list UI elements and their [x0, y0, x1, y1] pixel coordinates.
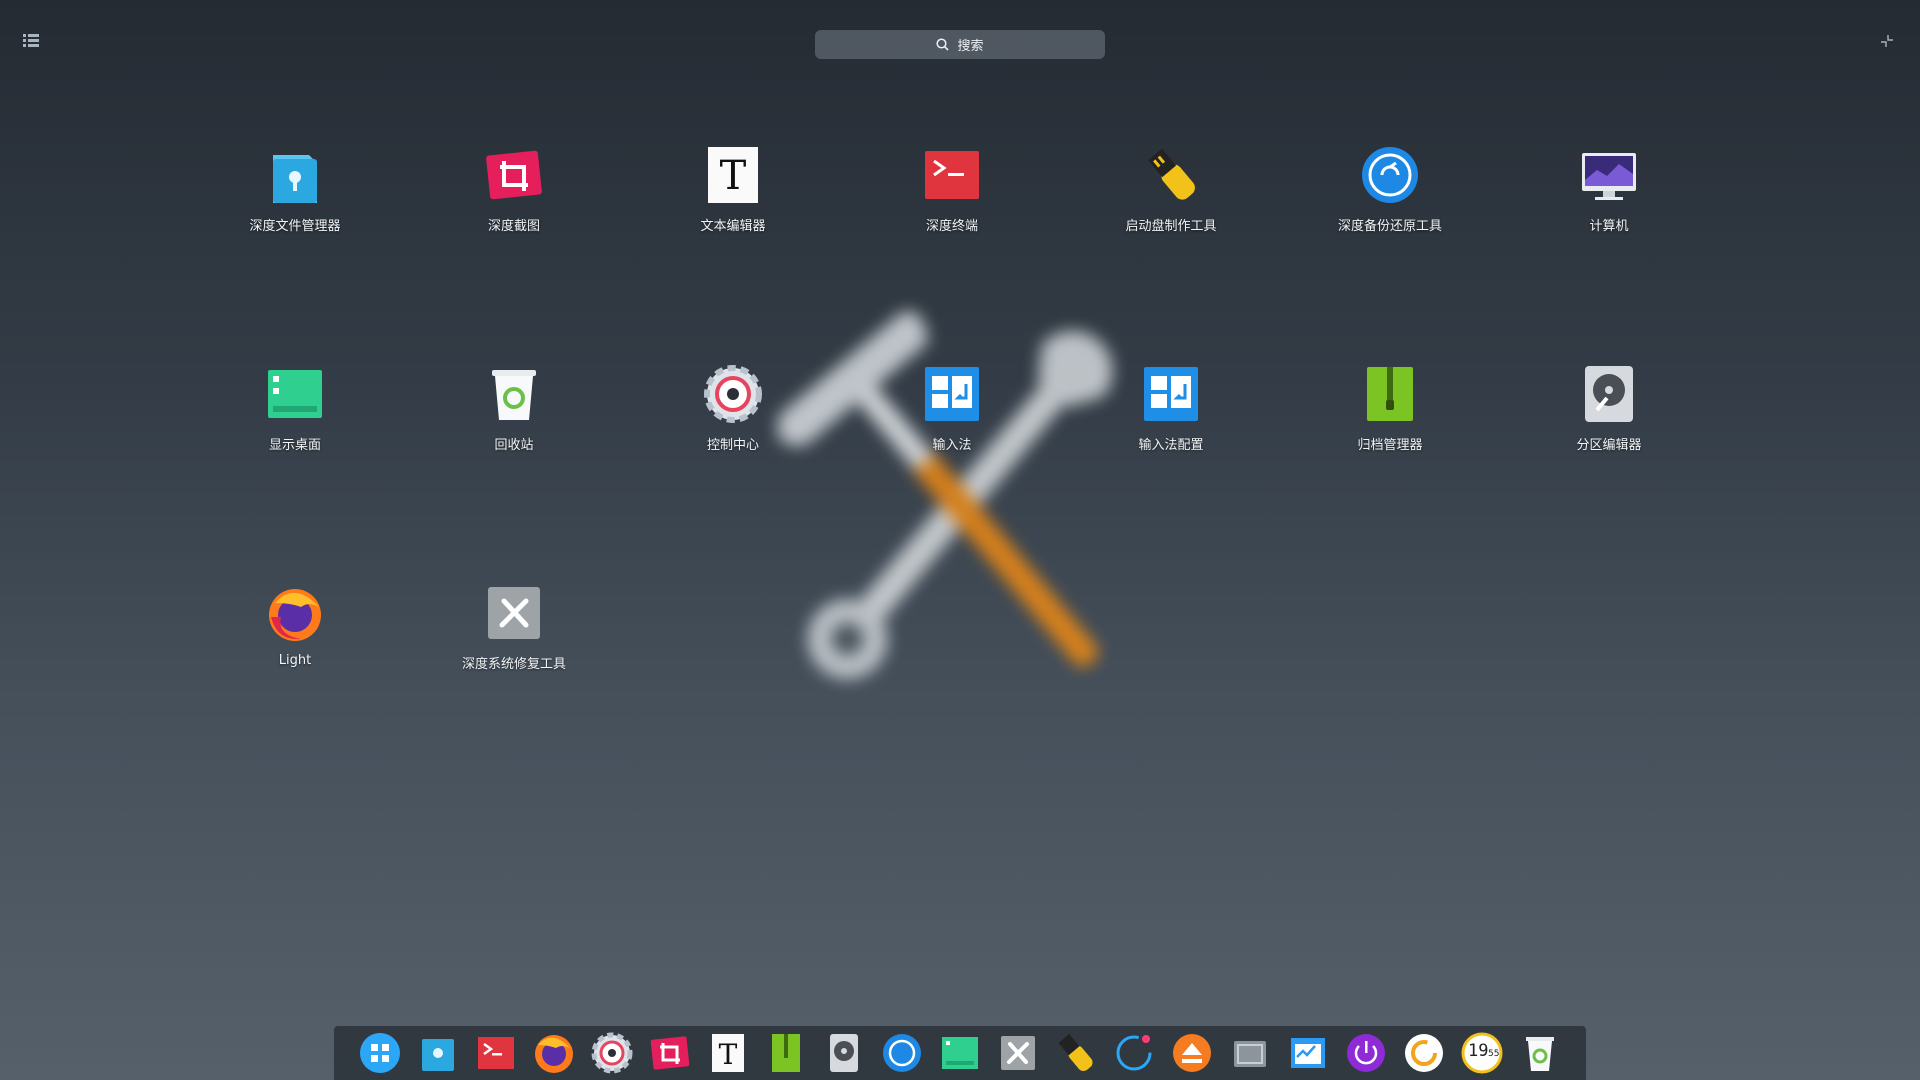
app-input-method-config[interactable]: 输入法配置 — [1071, 364, 1271, 474]
app-file-manager[interactable]: 深度文件管理器 — [195, 145, 395, 255]
screenshot-icon — [484, 145, 544, 205]
svg-text:T: T — [720, 153, 747, 199]
app-show-desktop[interactable]: 显示桌面 — [195, 364, 395, 474]
app-label: 回收站 — [494, 438, 534, 453]
app-label: 显示桌面 — [268, 438, 321, 453]
app-boot-maker[interactable]: 启动盘制作工具 — [1071, 145, 1271, 255]
app-text-editor[interactable]: T 文本编辑器 — [633, 145, 833, 255]
control-center-icon[interactable] — [588, 1029, 636, 1077]
trash-icon — [484, 364, 544, 424]
archive-manager-icon — [1360, 364, 1420, 424]
app-label: 深度截图 — [487, 219, 540, 234]
app-label: 深度终端 — [925, 219, 978, 234]
app-terminal[interactable]: 深度终端 — [852, 145, 1052, 255]
app-label: 归档管理器 — [1357, 438, 1423, 453]
clock-icon[interactable]: 19 55 — [1458, 1029, 1506, 1077]
app-label: 计算机 — [1589, 219, 1629, 234]
file-manager-icon — [265, 145, 325, 205]
input-method-icon — [922, 364, 982, 424]
app-label: 控制中心 — [706, 438, 759, 453]
app-label: 文本编辑器 — [700, 219, 766, 234]
refresh-icon[interactable] — [1400, 1029, 1448, 1077]
clock-minute: 55 — [1488, 1049, 1500, 1059]
eject-icon[interactable] — [1168, 1029, 1216, 1077]
svg-text:T: T — [719, 1038, 738, 1071]
dock: T 19 55 — [334, 1026, 1586, 1080]
terminal-icon[interactable] — [472, 1029, 520, 1077]
repair-tool-icon — [484, 583, 544, 643]
firefox-icon[interactable] — [530, 1029, 578, 1077]
app-label: 深度系统修复工具 — [461, 657, 566, 672]
trash-icon[interactable] — [1516, 1029, 1564, 1077]
app-label: 分区编辑器 — [1576, 438, 1642, 453]
backup-icon[interactable] — [878, 1029, 926, 1077]
boot-maker-icon — [1141, 145, 1201, 205]
terminal-icon — [922, 145, 982, 205]
launcher-icon[interactable] — [356, 1029, 404, 1077]
app-control-center[interactable]: 控制中心 — [633, 364, 833, 474]
text-editor-icon: T — [703, 145, 763, 205]
power-icon[interactable] — [1342, 1029, 1390, 1077]
show-desktop-icon[interactable] — [936, 1029, 984, 1077]
app-computer[interactable]: 计算机 — [1509, 145, 1709, 255]
app-firefox[interactable]: Light — [195, 583, 395, 693]
app-label: 深度备份还原工具 — [1337, 219, 1442, 234]
app-repair-tool[interactable]: 深度系统修复工具 — [414, 583, 614, 693]
boot-maker-icon[interactable] — [1052, 1029, 1100, 1077]
app-label: Light — [278, 653, 312, 668]
app-backup[interactable]: 深度备份还原工具 — [1290, 145, 1490, 255]
archive-manager-icon[interactable] — [762, 1029, 810, 1077]
computer-icon — [1579, 145, 1639, 205]
screenshot-icon[interactable] — [646, 1029, 694, 1077]
control-center-icon — [703, 364, 763, 424]
app-input-method[interactable]: 输入法 — [852, 364, 1052, 474]
clock-hour: 19 — [1468, 1041, 1489, 1061]
app-partition-editor[interactable]: 分区编辑器 — [1509, 364, 1709, 474]
app-archive-manager[interactable]: 归档管理器 — [1290, 364, 1490, 474]
file-manager-icon[interactable] — [414, 1029, 462, 1077]
app-label: 输入法配置 — [1138, 438, 1204, 453]
show-desktop-icon — [265, 364, 325, 424]
partition-editor-icon — [1579, 364, 1639, 424]
firefox-icon — [265, 583, 325, 643]
app-label: 深度文件管理器 — [249, 219, 341, 234]
app-grid: 深度文件管理器 深度截图 T 文本编辑器 深度终端 启动盘制作工具 深度备份还原… — [0, 0, 1920, 1000]
text-editor-icon[interactable]: T — [704, 1029, 752, 1077]
device-icon[interactable] — [1226, 1029, 1274, 1077]
input-method-config-icon — [1141, 364, 1201, 424]
backup-icon — [1360, 145, 1420, 205]
app-trash[interactable]: 回收站 — [414, 364, 614, 474]
loading-icon[interactable] — [1110, 1029, 1158, 1077]
app-label: 启动盘制作工具 — [1125, 219, 1217, 234]
app-screenshot[interactable]: 深度截图 — [414, 145, 614, 255]
system-monitor-icon[interactable] — [1284, 1029, 1332, 1077]
partition-editor-icon[interactable] — [820, 1029, 868, 1077]
repair-tool-icon[interactable] — [994, 1029, 1042, 1077]
app-label: 输入法 — [932, 438, 972, 453]
